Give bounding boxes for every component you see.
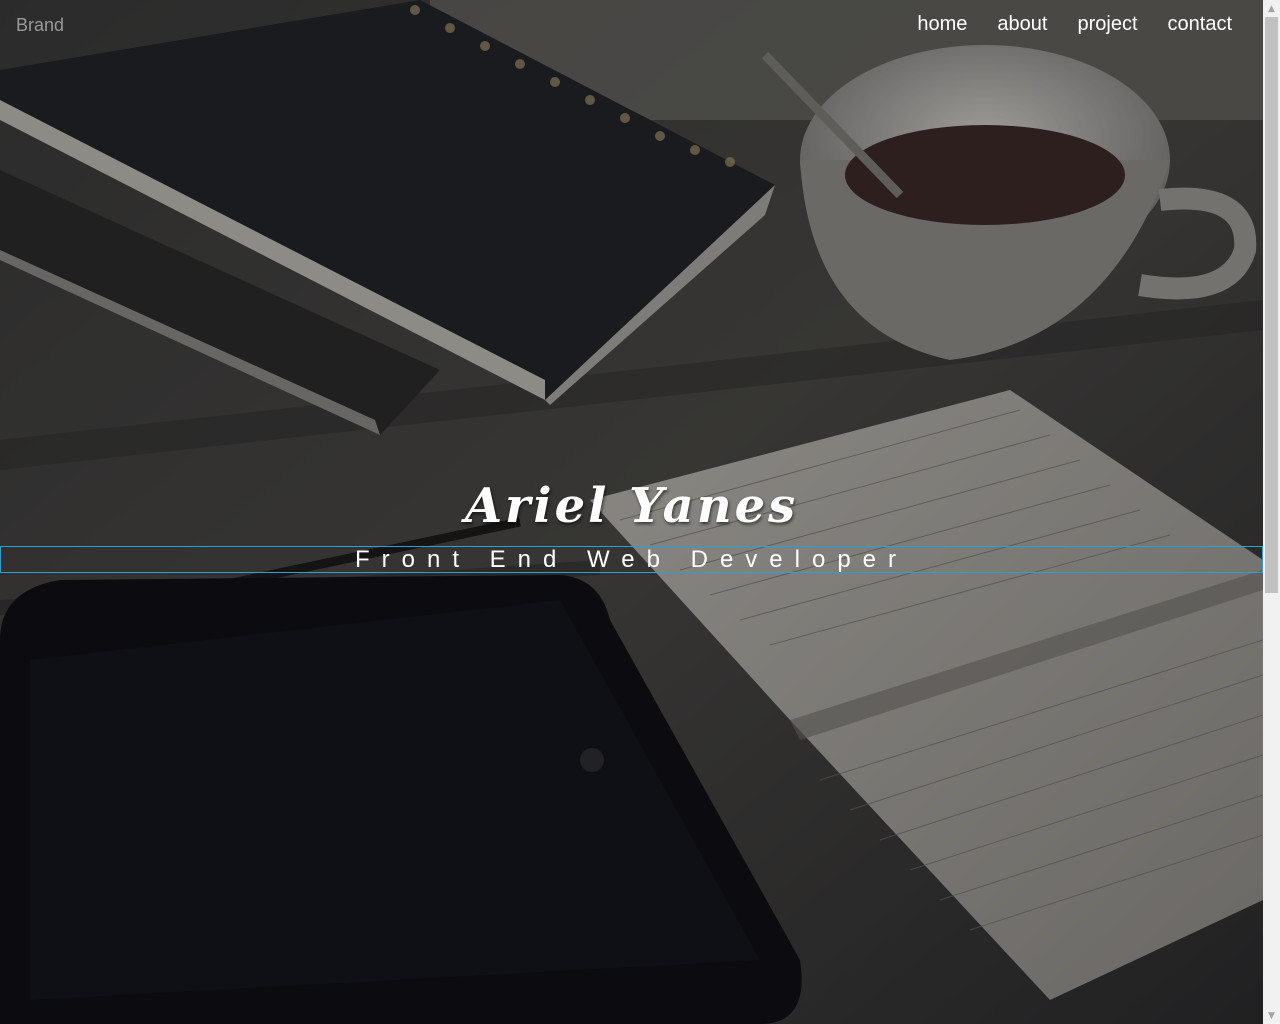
hero-name: Ariel Yanes <box>464 478 799 534</box>
vertical-scrollbar[interactable]: ▲ ▼ <box>1263 0 1280 1024</box>
nav-link-about[interactable]: about <box>997 13 1047 36</box>
scroll-thumb[interactable] <box>1265 17 1278 593</box>
nav-link-contact[interactable]: contact <box>1168 13 1232 36</box>
brand-link[interactable]: Brand <box>16 15 64 36</box>
nav-link-home[interactable]: home <box>917 13 967 36</box>
hero-title-box: Front End Web Developer <box>0 546 1263 573</box>
scroll-up-arrow-icon[interactable]: ▲ <box>1263 0 1280 17</box>
navbar: Brand home about project contact <box>0 0 1263 52</box>
scroll-down-arrow-icon[interactable]: ▼ <box>1263 1007 1280 1024</box>
nav-link-project[interactable]: project <box>1077 13 1137 36</box>
page-viewport: Brand home about project contact Ariel Y… <box>0 0 1263 1024</box>
hero-title: Front End Web Developer <box>354 546 909 573</box>
nav-links: home about project contact <box>917 13 1232 36</box>
